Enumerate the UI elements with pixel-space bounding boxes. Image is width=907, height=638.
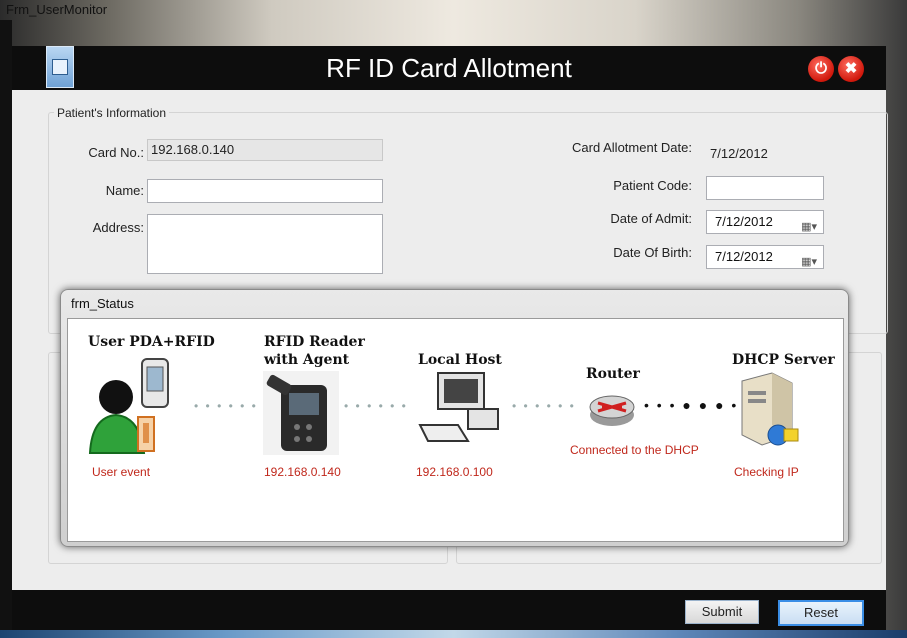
name-label: Name: xyxy=(105,183,144,198)
taskbar-strip xyxy=(0,630,907,638)
patient-code-label: Patient Code: xyxy=(613,178,692,193)
node-rfid-status: 192.168.0.140 xyxy=(264,465,341,479)
name-field[interactable] xyxy=(147,179,383,203)
router-icon xyxy=(588,385,636,429)
date-admit-picker[interactable]: 7/12/2012 ▦▾ xyxy=(706,210,824,234)
computer-icon xyxy=(414,371,510,445)
card-allot-date-value: 7/12/2012 xyxy=(710,146,768,161)
window-title: Frm_UserMonitor xyxy=(6,2,108,17)
status-dialog[interactable]: frm_Status User PDA+RFID User event • • … xyxy=(60,289,849,547)
patient-info-label: Patient's Information xyxy=(54,106,170,120)
node-router-title: Router xyxy=(586,366,640,382)
node-dhcp-title: DHCP Server xyxy=(732,352,835,368)
connector-2: • • • • • • xyxy=(344,399,408,413)
node-user-pda-status: User event xyxy=(92,465,151,479)
connector-1: • • • • • • xyxy=(194,399,258,413)
dob-label: Date Of Birth: xyxy=(613,245,692,260)
submit-button[interactable]: Submit xyxy=(685,600,759,624)
date-admit-value: 7/12/2012 xyxy=(715,214,773,229)
card-no-label: Card No.: xyxy=(88,145,144,160)
footer-bar: Submit Reset xyxy=(12,590,886,630)
calendar-dropdown-icon[interactable]: ▦▾ xyxy=(801,251,817,273)
dob-value: 7/12/2012 xyxy=(715,249,773,264)
reset-button[interactable]: Reset xyxy=(778,600,864,626)
page-title: RF ID Card Allotment xyxy=(326,53,572,83)
header-bar: RF ID Card Allotment ⏻ ✖ xyxy=(12,46,886,90)
node-dhcp-status: Checking IP xyxy=(734,465,799,479)
user-pda-icon xyxy=(86,357,186,455)
card-no-field[interactable]: 192.168.0.140 xyxy=(147,139,383,161)
power-icon[interactable]: ⏻ xyxy=(808,56,834,82)
node-user-pda-title: User PDA+RFID xyxy=(88,334,215,350)
address-field[interactable] xyxy=(147,214,383,274)
node-rfid-title: RFID Reader with Agent xyxy=(264,334,365,368)
connector-3: • • • • • • xyxy=(512,399,576,413)
card-allot-date-label: Card Allotment Date: xyxy=(572,140,692,155)
rfid-reader-icon xyxy=(263,371,339,455)
dob-picker[interactable]: 7/12/2012 ▦▾ xyxy=(706,245,824,269)
date-admit-label: Date of Admit: xyxy=(610,211,692,226)
patient-code-field[interactable] xyxy=(706,176,824,200)
node-localhost-status: 192.168.0.100 xyxy=(416,465,493,479)
node-localhost-title: Local Host xyxy=(418,352,502,368)
node-router-status: Connected to the DHCP xyxy=(570,443,699,457)
server-icon xyxy=(732,369,806,455)
address-label: Address: xyxy=(92,220,144,235)
calendar-dropdown-icon[interactable]: ▦▾ xyxy=(801,216,817,238)
status-dialog-title: frm_Status xyxy=(71,296,134,311)
close-icon[interactable]: ✖ xyxy=(838,56,864,82)
window-left-edge xyxy=(0,20,12,630)
status-dialog-body: User PDA+RFID User event • • • • • • RFI… xyxy=(67,318,844,542)
